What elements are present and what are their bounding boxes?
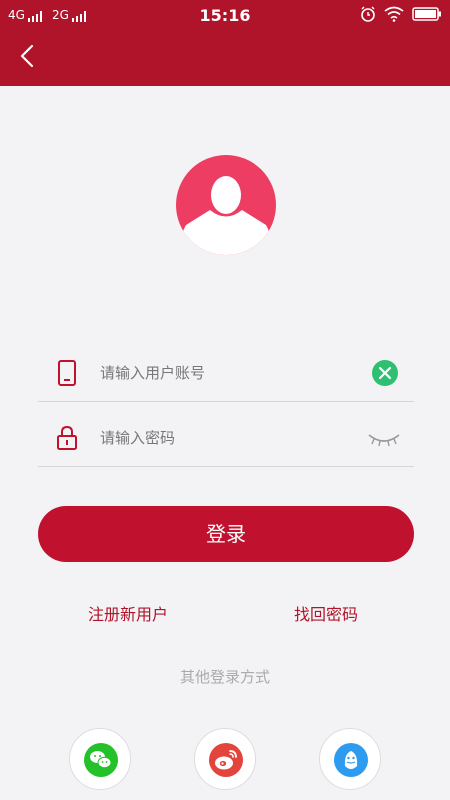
qq-icon <box>334 743 368 777</box>
other-login-label: 其他登录方式 <box>179 668 270 686</box>
eye-closed-icon[interactable] <box>366 429 402 449</box>
wechat-login-button[interactable] <box>69 728 131 790</box>
user-silhouette-icon <box>178 176 274 255</box>
wechat-icon <box>84 743 118 777</box>
status-icons <box>360 6 442 22</box>
status-bar: 4G 2G 15:16 <box>0 0 450 32</box>
battery-icon <box>412 7 441 21</box>
alarm-icon <box>361 6 375 22</box>
password-field <box>38 411 414 467</box>
user-avatar <box>176 155 276 255</box>
back-button[interactable] <box>14 42 42 70</box>
qq-login-button[interactable] <box>319 728 381 790</box>
weibo-login-button[interactable] <box>194 728 256 790</box>
register-link[interactable]: 注册新用户 <box>88 601 168 625</box>
account-field <box>38 346 414 402</box>
forgot-password-link[interactable]: 找回密码 <box>294 601 358 625</box>
password-input[interactable] <box>100 421 360 455</box>
wifi-icon <box>384 6 404 22</box>
header: 4G 2G 15:16 <box>0 0 450 86</box>
phone-icon <box>58 360 76 386</box>
weibo-icon <box>209 743 243 777</box>
clear-account-button[interactable] <box>372 360 398 386</box>
account-input[interactable] <box>100 356 360 390</box>
lock-icon <box>57 425 77 450</box>
close-icon <box>378 366 392 380</box>
login-button[interactable]: 登录 <box>38 506 414 562</box>
